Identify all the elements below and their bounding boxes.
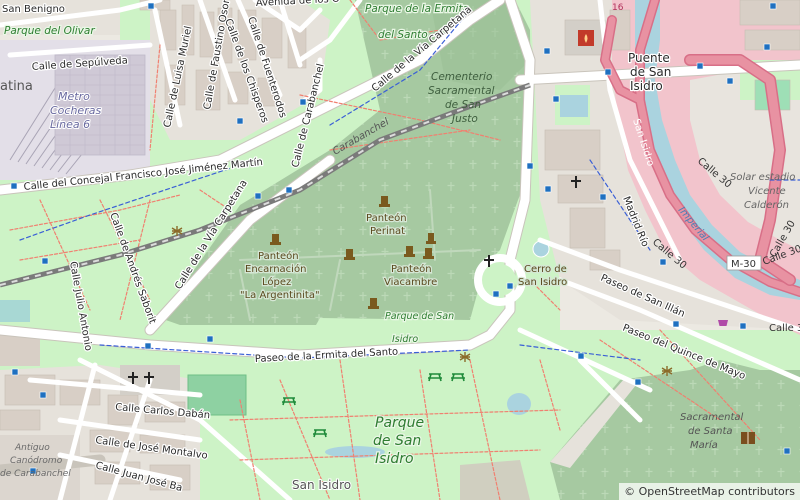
label-canodromo-1: Antiguo — [14, 443, 50, 453]
bus-stop-icon[interactable] — [206, 335, 214, 343]
label-cerro-1: Cerro de — [524, 264, 567, 275]
label-metro-3: Línea 6 — [50, 118, 90, 131]
label-sacramental-3: María — [690, 439, 718, 451]
label-cerro-2: San Isidro — [518, 277, 567, 288]
library-icon[interactable] — [741, 432, 755, 444]
attribution-prefix: © — [624, 485, 639, 498]
park-building-south — [460, 460, 530, 500]
roundabout-center — [484, 264, 516, 296]
label-parque-san-isidro-2: de San — [373, 433, 421, 449]
label-encarnacion-3: López — [262, 276, 291, 288]
label-sacramental-2: de Santa — [688, 426, 733, 437]
label-cementerio-4: Justo — [450, 113, 478, 125]
bus-stop-icon[interactable] — [634, 378, 642, 386]
label-canodromo-3: de Carabanchel — [0, 469, 71, 479]
bus-stop-icon[interactable] — [10, 182, 18, 190]
label-parque-san-isidro-small-2: Isidro — [392, 334, 418, 345]
label-sacramental-1: Sacramental — [680, 412, 743, 423]
label-parque-ermita-1: Parque de la Ermita — [365, 3, 469, 15]
label-16: 16 — [612, 3, 624, 13]
label-solar-3: Calderón — [744, 199, 789, 211]
bus-stop-icon[interactable] — [726, 77, 734, 85]
bus-stop-icon[interactable] — [763, 43, 771, 51]
label-parque-ermita-2: del Santo — [378, 29, 428, 41]
label-parque-olivar: Parque del Olivar — [4, 25, 95, 37]
bus-stop-icon[interactable] — [599, 193, 607, 201]
bus-stop-icon[interactable] — [544, 185, 552, 193]
bus-stop-icon[interactable] — [783, 447, 791, 455]
bus-stop-icon[interactable] — [543, 47, 551, 55]
label-parque-san-isidro-3: Isidro — [375, 451, 414, 467]
bus-stop-icon[interactable] — [236, 117, 244, 125]
fire-station-icon[interactable] — [578, 30, 594, 46]
label-puente-3: Isidro — [630, 79, 663, 93]
bus-stop-icon[interactable] — [659, 258, 667, 266]
bus-stop-icon[interactable] — [769, 2, 777, 10]
bus-stop-icon[interactable] — [285, 186, 293, 194]
bus-stop-icon[interactable] — [672, 320, 680, 328]
label-viacambre-2: Viacambre — [384, 277, 437, 288]
label-m30: M-30 — [731, 259, 756, 270]
shopping-basket-icon[interactable] — [718, 320, 728, 326]
label-solar-1: Solar estadio — [730, 172, 795, 183]
label-metro-2: Cocheras — [50, 104, 101, 117]
bus-stop-icon[interactable] — [11, 368, 19, 376]
bus-stop-icon[interactable] — [492, 290, 500, 298]
m30-shield: M-30 — [726, 255, 762, 271]
bus-stop-icon[interactable] — [696, 62, 704, 70]
map-attribution: © OpenStreetMap contributors — [619, 483, 800, 500]
bus-stop-icon[interactable] — [144, 342, 152, 350]
label-viacambre-1: Panteón — [391, 263, 432, 275]
label-calle30-d: Calle 30 — [769, 323, 800, 334]
bus-stop-icon[interactable] — [604, 68, 612, 76]
label-parque-san-isidro-1: Parque — [375, 415, 424, 431]
label-atina: atina — [0, 79, 33, 94]
bus-stop-icon[interactable] — [147, 2, 155, 10]
attribution-link[interactable]: OpenStreetMap contributors — [639, 485, 795, 498]
bus-stop-icon[interactable] — [41, 257, 49, 265]
label-cementerio-2: Sacramental — [428, 85, 495, 97]
bus-stop-icon[interactable] — [577, 352, 585, 360]
label-metro-1: Metro — [58, 90, 90, 103]
bus-stop-icon[interactable] — [552, 95, 560, 103]
label-encarnacion-1: Panteón — [258, 250, 299, 262]
label-san-benigno: San Benigno — [2, 4, 65, 15]
label-parque-san-isidro-small-1: Parque de San — [385, 311, 454, 322]
label-cementerio-3: de San — [445, 99, 481, 111]
bus-stop-icon[interactable] — [254, 192, 262, 200]
label-puente-2: de San — [630, 65, 671, 79]
label-solar-2: Vicente — [748, 186, 786, 197]
label-encarnacion-4: "La Argentinita" — [240, 290, 320, 301]
label-encarnacion-2: Encarnación — [245, 263, 306, 275]
label-canodromo-2: Canódromo — [10, 455, 63, 466]
label-perinat-2: Perinat — [370, 226, 405, 237]
bus-stop-icon[interactable] — [506, 282, 514, 290]
label-puente-1: Puente — [628, 51, 670, 65]
bus-stop-icon[interactable] — [526, 162, 534, 170]
label-san-isidro-district: San Isidro — [292, 478, 351, 492]
bus-stop-icon[interactable] — [39, 391, 47, 399]
bus-stop-icon[interactable] — [739, 322, 747, 330]
label-perinat-1: Panteón — [366, 212, 407, 224]
map-canvas[interactable]: Parque del Olivar San Benigno Calle de S… — [0, 0, 800, 500]
label-cementerio-1: Cementerio — [431, 71, 492, 83]
